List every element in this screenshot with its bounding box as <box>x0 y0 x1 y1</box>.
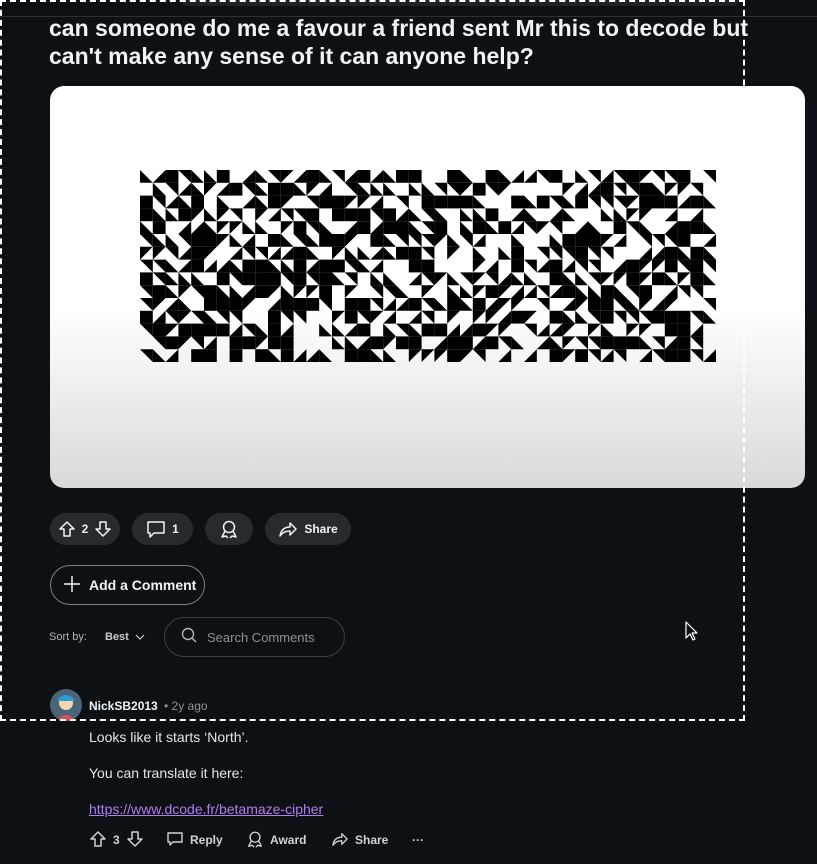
chevron-down-icon <box>135 631 145 643</box>
comment-share-button[interactable]: Share <box>331 830 388 850</box>
share-icon <box>331 831 349 850</box>
betamaze-cipher-image <box>140 170 716 362</box>
avatar[interactable] <box>50 689 82 721</box>
vote-count: 2 <box>81 522 89 536</box>
add-comment-label: Add a Comment <box>89 577 197 593</box>
upvote-icon[interactable] <box>89 830 107 851</box>
search-icon <box>181 627 197 648</box>
vote-bar: 2 <box>50 513 120 545</box>
share-label: Share <box>304 522 338 536</box>
comment-vote-count: 3 <box>113 833 120 847</box>
downvote-icon[interactable] <box>94 520 112 538</box>
more-options-button[interactable]: ··· <box>412 830 424 850</box>
post-image[interactable] <box>50 86 805 488</box>
comment-timestamp: • 2y ago <box>164 699 208 713</box>
award-button[interactable] <box>205 513 253 545</box>
comment-count: 1 <box>172 522 179 536</box>
reply-button[interactable]: Reply <box>166 830 223 850</box>
comment-text-line: Looks like it starts ‘North’. <box>89 729 249 745</box>
award-icon <box>246 830 264 851</box>
share-button[interactable]: Share <box>265 513 351 545</box>
sort-label: Sort by: <box>49 631 87 643</box>
reply-icon <box>166 831 184 850</box>
comment-text-line: You can translate it here: <box>89 765 244 781</box>
plus-icon <box>63 575 81 596</box>
sort-value: Best <box>105 631 129 643</box>
add-comment-button[interactable]: Add a Comment <box>50 565 205 605</box>
mouse-cursor-icon <box>684 620 698 647</box>
search-comments[interactable] <box>164 617 345 657</box>
downvote-icon[interactable] <box>126 830 144 851</box>
search-comments-input[interactable] <box>207 629 337 645</box>
search-bar[interactable] <box>180 0 740 6</box>
upvote-icon[interactable] <box>58 520 76 538</box>
comment-vote-bar: 3 <box>89 830 144 850</box>
reply-label: Reply <box>190 833 223 847</box>
sort-dropdown[interactable]: Best <box>105 631 145 643</box>
award-icon <box>219 519 239 539</box>
comment-username[interactable]: NickSB2013 <box>89 699 158 713</box>
award-label: Award <box>270 833 307 847</box>
comment-icon <box>146 520 166 538</box>
comment-award-button[interactable]: Award <box>246 830 306 850</box>
share-icon <box>278 520 298 538</box>
comment-link[interactable]: https://www.dcode.fr/betamaze-cipher <box>89 801 323 817</box>
more-icon: ··· <box>412 833 424 847</box>
share-label: Share <box>355 833 389 847</box>
post-title: can someone do me a favour a friend sent… <box>49 15 749 69</box>
comments-button[interactable]: 1 <box>132 513 193 545</box>
